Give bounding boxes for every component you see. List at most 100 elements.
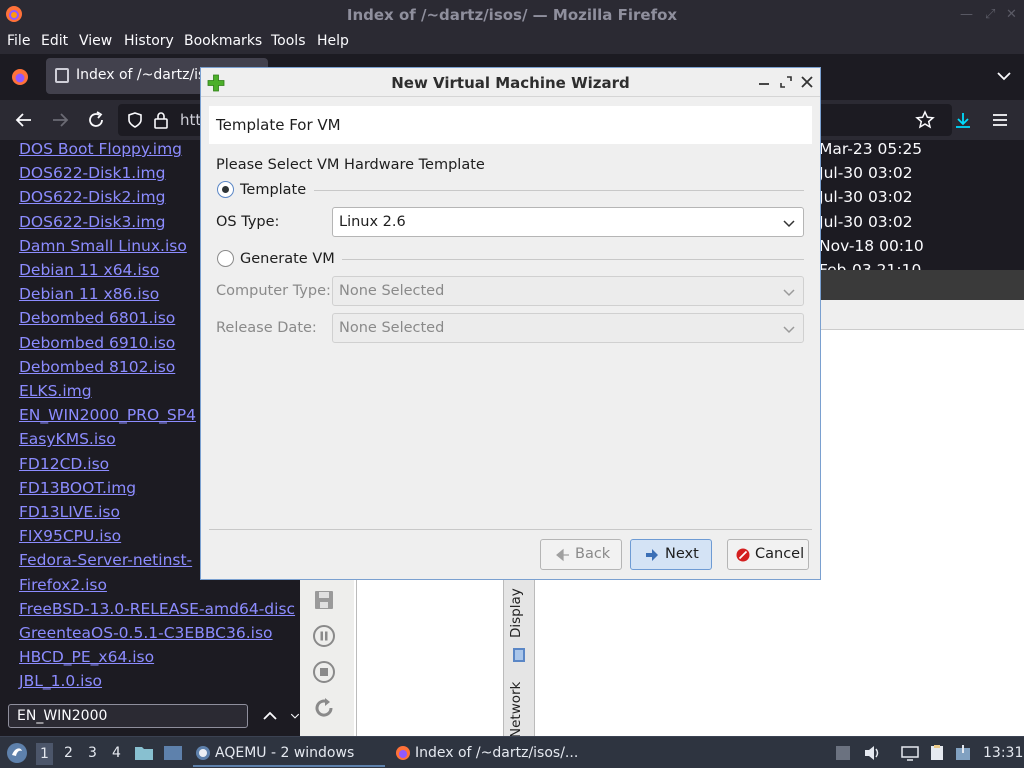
button-separator [209, 529, 812, 530]
os-type-value: Linux 2.6 [339, 214, 406, 230]
page-title: Template For VM [216, 116, 341, 134]
shield-icon[interactable] [126, 111, 144, 129]
back-button[interactable]: Back [540, 539, 622, 570]
computer-type-select[interactable]: None Selected [332, 276, 804, 306]
file-link[interactable]: Firefox2.iso [19, 576, 107, 594]
lock-icon[interactable] [153, 111, 169, 129]
app-menu-icon[interactable] [6, 742, 28, 764]
chevron-down-icon[interactable] [996, 68, 1012, 84]
update-icon[interactable] [954, 745, 972, 761]
file-link[interactable]: EN_WIN2000_PRO_SP4 [19, 406, 196, 424]
chevron-down-icon [783, 326, 795, 334]
maximize-icon[interactable]: ⤢ [985, 7, 995, 22]
modified-date: Jul-30 03:02 [819, 212, 913, 231]
minimize-icon[interactable] [757, 75, 771, 89]
chevron-down-icon[interactable] [290, 708, 300, 724]
os-type-label: OS Type: [216, 214, 280, 230]
aqemu-panel-header [820, 300, 1024, 330]
template-radio-label[interactable]: Template [240, 182, 306, 198]
file-link[interactable]: HBCD_PE_x64.iso [19, 648, 154, 666]
menu-history[interactable]: History [124, 33, 174, 49]
menu-view[interactable]: View [79, 33, 112, 49]
menu-tools[interactable]: Tools [271, 33, 306, 49]
file-link[interactable]: EasyKMS.iso [19, 430, 116, 448]
file-link[interactable]: Debian 11 x64.iso [19, 261, 159, 279]
file-link[interactable]: GreenteaOS-0.5.1-C3EBBC36.iso [19, 624, 273, 642]
firefox-icon [396, 746, 410, 760]
tab-display[interactable]: Display [508, 588, 524, 638]
window-title: Index of /~dartz/isos/ — Mozilla Firefox [346, 6, 678, 24]
wizard-titlebar: New Virtual Machine Wizard [201, 68, 820, 97]
template-prompt: Please Select VM Hardware Template [216, 157, 485, 173]
file-link[interactable]: FD13BOOT.img [19, 479, 136, 497]
menu-file[interactable]: File [7, 33, 30, 49]
release-date-value: None Selected [339, 320, 445, 336]
os-type-select[interactable]: Linux 2.6 [332, 207, 804, 237]
workspace-3[interactable]: 3 [88, 745, 97, 761]
workspace-4[interactable]: 4 [112, 745, 121, 761]
file-link[interactable]: ELKS.img [19, 382, 92, 400]
modified-date: Mar-23 05:25 [819, 140, 923, 158]
file-link[interactable]: DOS622-Disk1.img [19, 164, 165, 182]
cancel-label: Cancel [755, 546, 805, 562]
file-link[interactable]: DOS Boot Floppy.img [19, 140, 182, 158]
volume-icon[interactable] [863, 745, 881, 761]
find-input[interactable] [8, 704, 248, 728]
file-link[interactable]: Debombed 6910.iso [19, 334, 175, 352]
clipboard-icon[interactable] [928, 745, 946, 761]
cancel-button[interactable]: Cancel [727, 539, 809, 570]
file-link[interactable]: FIX95CPU.iso [19, 527, 121, 545]
file-link[interactable]: FreeBSD-13.0-RELEASE-amd64-disc [19, 600, 295, 618]
menu-bookmarks[interactable]: Bookmarks [184, 33, 262, 49]
bookmark-star-icon[interactable] [915, 110, 935, 130]
modified-date: Jul-30 03:02 [819, 188, 913, 207]
network-icon[interactable] [901, 745, 919, 761]
file-link[interactable]: FD13LIVE.iso [19, 503, 120, 521]
tab-network[interactable]: Network [508, 682, 524, 738]
download-icon[interactable] [953, 110, 973, 130]
reload-icon[interactable] [86, 110, 106, 130]
forward-arrow-icon[interactable] [50, 110, 70, 130]
next-button[interactable]: Next [630, 539, 712, 570]
modified-dates: Mar-23 05:25 Jul-30 03:02 Jul-30 03:02 Jul-… [816, 140, 1024, 270]
save-icon[interactable] [312, 588, 336, 612]
file-link[interactable]: DOS622-Disk2.img [19, 188, 165, 206]
workspace-1[interactable]: 1 [36, 743, 53, 765]
chevron-up-icon[interactable] [262, 708, 278, 724]
file-link[interactable]: FD12CD.iso [19, 455, 109, 473]
file-link[interactable]: Debian 11 x86.iso [19, 285, 159, 303]
close-icon[interactable]: ✕ [1006, 7, 1017, 22]
back-label: Back [575, 546, 611, 562]
file-link[interactable]: Fedora-Server-netinst- [19, 551, 192, 569]
divider [342, 259, 804, 260]
stop-icon[interactable] [312, 660, 336, 684]
release-date-select[interactable]: None Selected [332, 313, 804, 343]
firefox-view-icon[interactable] [11, 68, 29, 86]
workspace-2[interactable]: 2 [64, 745, 73, 761]
file-link[interactable]: Debombed 8102.iso [19, 358, 175, 376]
menubar: File Edit View History Bookmarks Tools H… [0, 30, 1024, 54]
file-manager-icon[interactable] [134, 743, 154, 763]
tray-app-icon[interactable] [834, 745, 852, 761]
file-link[interactable]: JBL_1.0.iso [19, 672, 102, 690]
desktop-icon[interactable] [163, 743, 183, 763]
taskbar-aqemu[interactable]: AQEMU - 2 windows [193, 739, 385, 767]
menu-edit[interactable]: Edit [41, 33, 68, 49]
menu-help[interactable]: Help [317, 33, 349, 49]
close-icon[interactable] [800, 75, 814, 89]
hamburger-menu-icon[interactable] [990, 110, 1010, 130]
file-link[interactable]: DOS622-Disk3.img [19, 213, 165, 231]
back-arrow-icon[interactable] [14, 110, 34, 130]
pause-icon[interactable] [312, 624, 336, 648]
file-link[interactable]: Damn Small Linux.iso [19, 237, 187, 255]
file-link[interactable]: Debombed 6801.iso [19, 309, 175, 327]
taskbar-firefox[interactable]: Index of /~dartz/isos/... [393, 739, 603, 767]
cancel-icon [736, 548, 750, 562]
reset-icon[interactable] [312, 696, 336, 720]
generate-vm-radio-label[interactable]: Generate VM [240, 251, 335, 267]
maximize-icon[interactable] [779, 75, 793, 89]
minimize-icon[interactable]: — [960, 7, 973, 22]
generate-vm-radio[interactable] [217, 250, 234, 267]
template-radio[interactable] [217, 181, 234, 198]
taskbar: 1 2 3 4 AQEMU - 2 windows Index of /~dar… [0, 736, 1024, 768]
